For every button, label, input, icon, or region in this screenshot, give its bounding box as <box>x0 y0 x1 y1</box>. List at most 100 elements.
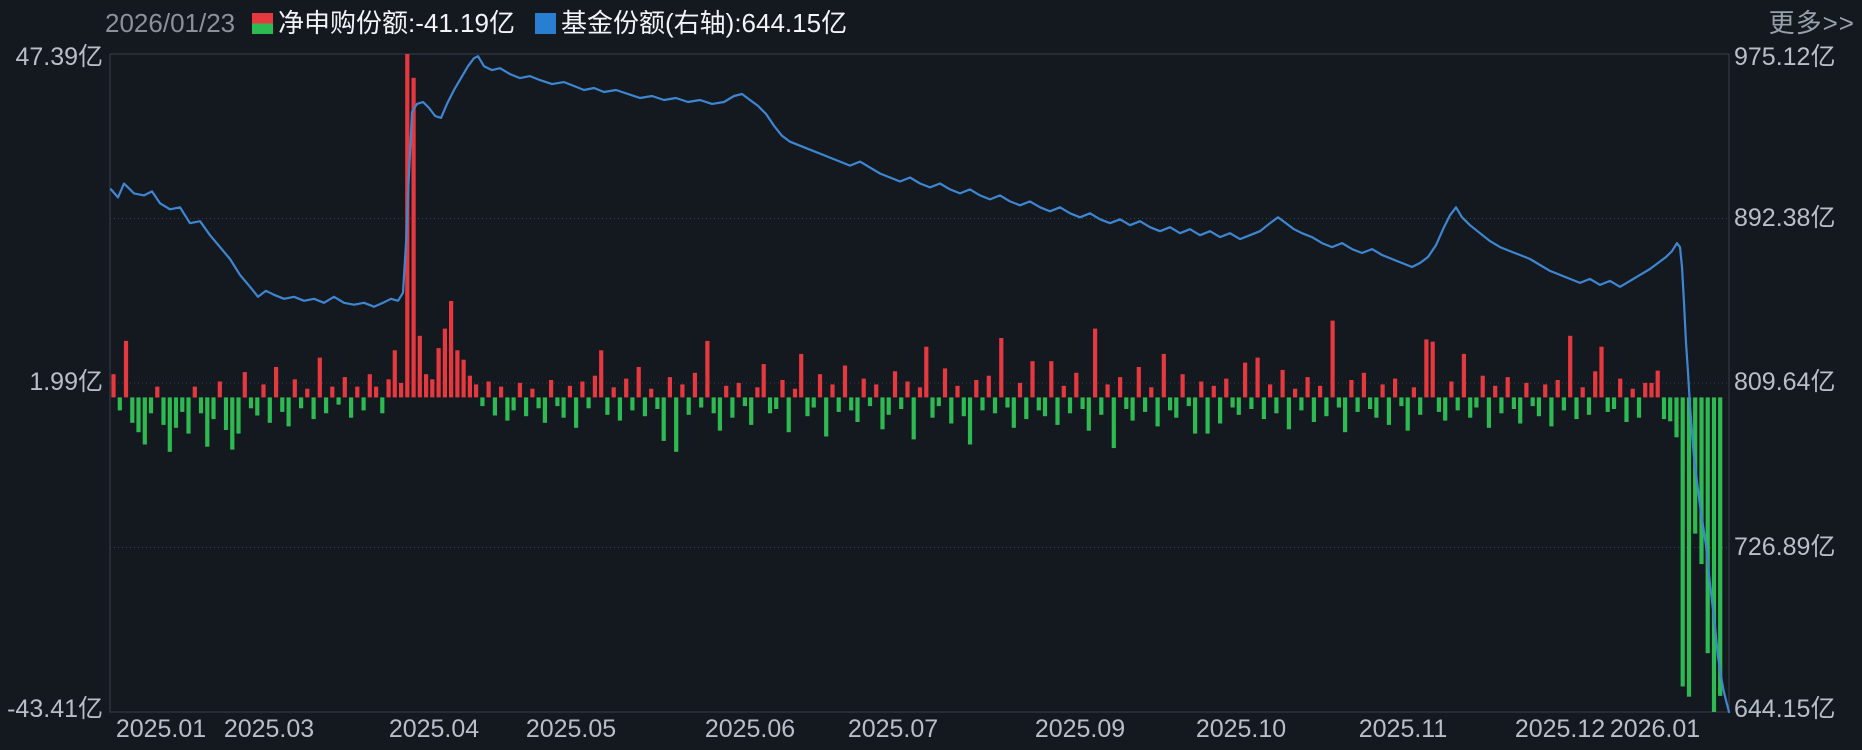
net-subscription-bar[interactable] <box>1686 397 1692 697</box>
net-subscription-bar[interactable] <box>699 397 704 408</box>
net-subscription-bar[interactable] <box>1480 375 1485 398</box>
net-subscription-bar[interactable] <box>917 387 923 398</box>
net-subscription-bar[interactable] <box>1293 388 1298 398</box>
net-subscription-bar[interactable] <box>1311 397 1316 422</box>
net-subscription-bar[interactable] <box>136 397 141 433</box>
net-subscription-bar[interactable] <box>530 388 535 398</box>
net-subscription-bar[interactable] <box>1486 397 1491 428</box>
net-subscription-bar[interactable] <box>1699 397 1704 565</box>
net-subscription-bar[interactable] <box>842 365 848 398</box>
net-subscription-bar[interactable] <box>636 367 641 398</box>
net-subscription-bar[interactable] <box>549 380 554 398</box>
net-subscription-bar[interactable] <box>630 397 635 411</box>
net-subscription-bar[interactable] <box>924 346 929 398</box>
net-subscription-bar[interactable] <box>499 386 504 398</box>
net-subscription-bar[interactable] <box>986 375 991 398</box>
net-subscription-bar[interactable] <box>567 385 572 398</box>
net-subscription-bar[interactable] <box>511 397 516 411</box>
net-subscription-bar[interactable] <box>899 397 904 409</box>
net-subscription-bar[interactable] <box>1430 341 1435 398</box>
net-subscription-bar[interactable] <box>1368 397 1373 409</box>
net-subscription-bar[interactable] <box>736 382 741 398</box>
net-subscription-bar[interactable] <box>1261 397 1266 420</box>
net-subscription-bar[interactable] <box>167 397 172 452</box>
net-subscription-bar[interactable] <box>211 397 216 420</box>
net-subscription-bar[interactable] <box>1274 397 1279 414</box>
net-subscription-bar[interactable] <box>649 388 654 398</box>
net-subscription-bar[interactable] <box>999 338 1004 398</box>
net-subscription-bar[interactable] <box>1674 397 1679 438</box>
net-subscription-bar[interactable] <box>1586 397 1592 415</box>
net-subscription-bar[interactable] <box>1268 384 1273 398</box>
net-subscription-bar[interactable] <box>1568 335 1573 398</box>
net-subscription-bar[interactable] <box>1580 387 1585 398</box>
net-subscription-bar[interactable] <box>1224 378 1229 398</box>
net-subscription-bar[interactable] <box>467 375 472 398</box>
net-subscription-bar[interactable] <box>936 397 941 407</box>
net-subscription-bar[interactable] <box>1636 397 1642 418</box>
net-subscription-bar[interactable] <box>980 397 985 411</box>
net-subscription-bar[interactable] <box>292 379 297 398</box>
net-subscription-bar[interactable] <box>299 397 304 409</box>
net-subscription-bar[interactable] <box>236 397 241 434</box>
net-subscription-bar[interactable] <box>417 335 422 398</box>
net-subscription-bar[interactable] <box>817 374 823 398</box>
net-subscription-bar[interactable] <box>1536 397 1541 417</box>
net-subscription-bar[interactable] <box>330 386 335 398</box>
net-subscription-bar[interactable] <box>455 350 460 398</box>
net-subscription-bar[interactable] <box>811 397 816 408</box>
net-subscription-bar[interactable] <box>1549 397 1554 427</box>
net-subscription-bar[interactable] <box>305 388 310 398</box>
net-subscription-bar[interactable] <box>1211 385 1216 398</box>
net-subscription-bar[interactable] <box>1349 380 1354 398</box>
net-subscription-bar[interactable] <box>1005 397 1010 408</box>
net-subscription-bar[interactable] <box>1011 397 1016 428</box>
net-subscription-bar[interactable] <box>436 348 441 398</box>
net-subscription-bar[interactable] <box>1286 397 1291 430</box>
net-subscription-bar[interactable] <box>449 301 454 398</box>
net-subscription-bar[interactable] <box>1249 397 1254 409</box>
net-subscription-bar[interactable] <box>355 386 360 398</box>
net-subscription-bar[interactable] <box>949 397 954 424</box>
net-subscription-bar[interactable] <box>486 381 491 398</box>
net-subscription-bar[interactable] <box>142 397 147 445</box>
net-subscription-bar[interactable] <box>1186 397 1191 407</box>
net-subscription-bar[interactable] <box>1705 397 1710 654</box>
net-subscription-bar[interactable] <box>711 397 716 414</box>
net-subscription-bar[interactable] <box>198 397 204 414</box>
net-subscription-bar[interactable] <box>1593 371 1598 398</box>
net-subscription-bar[interactable] <box>1449 381 1454 398</box>
net-subscription-bar[interactable] <box>1649 382 1654 398</box>
net-subscription-bar[interactable] <box>399 382 404 398</box>
net-subscription-bar[interactable] <box>849 397 854 411</box>
net-subscription-bar[interactable] <box>1230 397 1235 408</box>
net-subscription-bar[interactable] <box>611 387 616 398</box>
net-subscription-bar[interactable] <box>655 397 660 409</box>
net-subscription-bar[interactable] <box>1611 397 1617 409</box>
net-subscription-bar[interactable] <box>392 350 397 398</box>
net-subscription-bar[interactable] <box>761 364 766 398</box>
net-subscription-bar[interactable] <box>1668 397 1673 422</box>
net-subscription-bar[interactable] <box>1030 361 1035 398</box>
net-subscription-bar[interactable] <box>505 397 510 421</box>
net-subscription-bar[interactable] <box>730 397 735 418</box>
net-subscription-bar[interactable] <box>992 397 998 414</box>
net-subscription-bar[interactable] <box>380 397 385 414</box>
net-subscription-bar[interactable] <box>955 385 960 398</box>
net-subscription-bar[interactable] <box>386 379 391 398</box>
net-subscription-bar[interactable] <box>1067 397 1073 414</box>
net-subscription-bar[interactable] <box>192 386 197 398</box>
net-subscription-bar[interactable] <box>942 368 948 398</box>
net-subscription-bar[interactable] <box>342 377 347 398</box>
net-subscription-bar[interactable] <box>774 397 779 409</box>
net-subscription-bar[interactable] <box>1143 397 1148 412</box>
net-subscription-bar[interactable] <box>661 397 666 441</box>
net-subscription-bar[interactable] <box>880 397 885 430</box>
net-subscription-bar[interactable] <box>1655 370 1660 398</box>
net-subscription-bar[interactable] <box>123 340 129 398</box>
net-subscription-bar[interactable] <box>799 353 804 398</box>
net-subscription-bar[interactable] <box>561 397 566 418</box>
net-subscription-bar[interactable] <box>836 397 841 412</box>
net-subscription-bar[interactable] <box>1418 397 1423 415</box>
net-subscription-bar[interactable] <box>1555 380 1560 398</box>
